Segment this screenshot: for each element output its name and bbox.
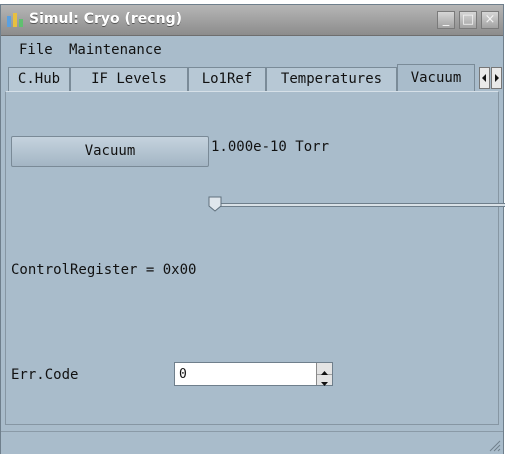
vacuum-slider-track[interactable] <box>217 203 505 207</box>
status-bar <box>1 431 503 454</box>
window-title: Simul: Cryo (recng) <box>29 11 182 27</box>
resize-grip-icon[interactable] <box>487 438 501 452</box>
tab-scroll-left-button[interactable] <box>479 67 490 89</box>
tab-bar: C.Hub IF Levels Lo1Ref Temperatures Vacu… <box>1 64 503 92</box>
menu-maintenance[interactable]: Maintenance <box>69 42 162 58</box>
vacuum-button[interactable]: Vacuum <box>11 136 209 167</box>
tab-lo1ref[interactable]: Lo1Ref <box>188 67 266 91</box>
tab-chub[interactable]: C.Hub <box>8 67 70 91</box>
spin-down-button[interactable] <box>317 374 332 386</box>
close-button[interactable]: × <box>481 11 499 29</box>
menu-bar: File Maintenance <box>1 36 503 62</box>
arrow-down-icon <box>321 382 328 386</box>
minimize-button[interactable]: _ <box>437 11 455 29</box>
control-register-label: ControlRegister = 0x00 <box>11 262 197 278</box>
err-code-label: Err.Code <box>11 367 79 383</box>
err-code-input[interactable] <box>175 363 315 385</box>
tab-if-levels[interactable]: IF Levels <box>70 67 188 91</box>
title-bar[interactable]: Simul: Cryo (recng) _ □ × <box>1 5 503 36</box>
tab-temperatures[interactable]: Temperatures <box>266 67 397 91</box>
triangle-right-icon <box>495 74 499 82</box>
err-code-spinbox <box>174 362 333 386</box>
vacuum-slider-handle[interactable] <box>208 196 222 212</box>
app-window: Simul: Cryo (recng) _ □ × File Maintenan… <box>0 4 504 454</box>
triangle-left-icon <box>482 74 486 82</box>
app-icon <box>7 13 23 27</box>
spin-buttons <box>316 363 332 386</box>
maximize-button[interactable]: □ <box>459 11 477 29</box>
vacuum-reading: 1.000e-10 Torr <box>211 139 330 155</box>
menu-file[interactable]: File <box>19 42 53 58</box>
tab-scroll-right-button[interactable] <box>491 67 502 89</box>
tab-vacuum[interactable]: Vacuum <box>397 64 475 92</box>
